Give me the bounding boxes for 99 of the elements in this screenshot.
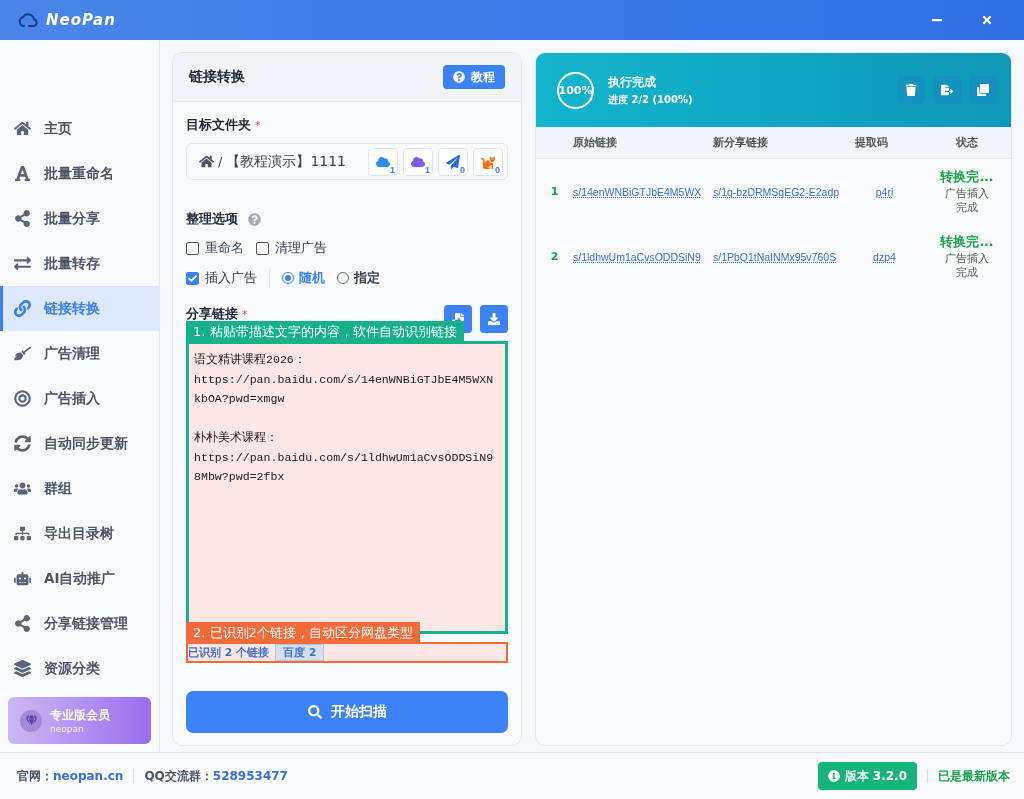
service-button[interactable]: 1 bbox=[403, 147, 433, 176]
step-tooltip: 2. 已识别2个链接，自动区分网盘类型 bbox=[186, 622, 420, 643]
sidebar-item[interactable]: 资源分类 bbox=[0, 646, 159, 691]
checkbox-box[interactable] bbox=[256, 241, 269, 255]
copy-icon bbox=[977, 84, 989, 96]
extract-code[interactable]: p4ri bbox=[875, 185, 894, 198]
site-label: 官网： bbox=[17, 767, 53, 785]
row-index: 2 bbox=[549, 250, 560, 263]
download-button[interactable] bbox=[480, 305, 508, 333]
status-note: 广告插入完成 bbox=[944, 251, 990, 279]
member-title: 专业版会员 bbox=[50, 707, 110, 724]
options-label: 整理选项 bbox=[186, 210, 238, 228]
sidebar-item[interactable]: 导出目录树 bbox=[0, 511, 159, 556]
sidebar-item[interactable]: 批量重命名 bbox=[0, 151, 159, 196]
progress-text: 进度 2/2 (100%) bbox=[608, 92, 693, 107]
path-separator: / bbox=[218, 154, 223, 169]
field-label: 分享链接 bbox=[186, 305, 238, 323]
column-header: 状态 bbox=[954, 135, 979, 150]
version-badge: 版本 3.2.0 bbox=[817, 762, 917, 790]
required-mark: * bbox=[255, 118, 261, 132]
layers-icon bbox=[12, 660, 32, 677]
help-icon bbox=[453, 71, 465, 83]
robot-icon bbox=[12, 570, 32, 587]
help-icon[interactable] bbox=[248, 212, 261, 226]
extract-code[interactable]: dzp4 bbox=[873, 250, 896, 263]
sidebar-item[interactable]: 批量分享 bbox=[0, 196, 159, 241]
sidebar-item[interactable]: 分享链接管理 bbox=[0, 601, 159, 646]
sidebar-item[interactable]: 自动同步更新 bbox=[0, 421, 159, 466]
tree-icon bbox=[12, 525, 32, 542]
cloud-icon bbox=[411, 154, 425, 169]
service-button[interactable]: 0 bbox=[473, 147, 503, 176]
sidebar-item[interactable]: 批量转存 bbox=[0, 241, 159, 286]
sidebar-item[interactable]: 主页 bbox=[0, 106, 159, 151]
checkbox-box[interactable] bbox=[186, 241, 199, 255]
cat-icon bbox=[481, 154, 495, 169]
arrows-icon bbox=[12, 255, 32, 272]
column-header: 原始链接 bbox=[573, 135, 618, 150]
export-button[interactable] bbox=[933, 76, 961, 104]
service-button[interactable]: 0 bbox=[438, 147, 468, 176]
checkbox[interactable]: 清理广告 bbox=[256, 239, 327, 257]
refresh-icon bbox=[12, 435, 32, 452]
checkbox[interactable]: 插入广告 bbox=[186, 269, 257, 287]
progress-ring: 100% bbox=[557, 71, 594, 109]
drive-tag: 百度 2 bbox=[275, 644, 325, 661]
card-title: 链接转换 bbox=[189, 68, 245, 86]
radio-option[interactable]: 随机 bbox=[282, 269, 325, 287]
info-icon bbox=[827, 770, 840, 782]
sidebar-item[interactable]: 广告清理 bbox=[0, 331, 159, 376]
gem-icon bbox=[20, 709, 42, 732]
home-icon bbox=[12, 120, 32, 137]
checkbox[interactable]: 重命名 bbox=[186, 239, 244, 257]
required-mark: * bbox=[242, 307, 248, 321]
share-icon bbox=[12, 210, 32, 227]
member-subtitle: neopan bbox=[50, 724, 85, 734]
checkbox-box[interactable] bbox=[186, 271, 199, 285]
plane-icon bbox=[446, 154, 460, 169]
cloud-logo-icon bbox=[18, 11, 38, 29]
step-tooltip: 1. 粘贴带描述文字的内容，软件自动识别链接 bbox=[186, 321, 464, 342]
link-icon bbox=[12, 300, 32, 317]
tutorial-button[interactable]: 教程 bbox=[443, 65, 505, 89]
status-title: 执行完成 bbox=[608, 73, 657, 91]
copy-button[interactable] bbox=[969, 76, 997, 104]
new-share-link[interactable]: s/1PbQ1tNaINMx95v760S bbox=[713, 250, 837, 263]
cloud-icon bbox=[376, 154, 390, 169]
original-link[interactable]: s/1ldhwUm1aCvsODDSiN9 bbox=[573, 250, 701, 263]
share-icon bbox=[12, 615, 32, 632]
start-scan-button[interactable]: 开始扫描 bbox=[186, 691, 508, 733]
status-text: 转换完... bbox=[940, 234, 994, 251]
group-icon bbox=[12, 480, 32, 497]
column-header: 提取码 bbox=[854, 135, 889, 150]
export-icon bbox=[941, 84, 953, 96]
target-icon bbox=[12, 390, 32, 407]
home-icon bbox=[199, 154, 214, 169]
field-label: 目标文件夹 bbox=[186, 116, 251, 134]
new-share-link[interactable]: s/1q-bzDRMSqEG2-E2adp bbox=[713, 185, 840, 198]
detected-count: 已识别 2 个链接 bbox=[188, 645, 270, 660]
sidebar-item[interactable]: 群组 bbox=[0, 466, 159, 511]
row-index: 1 bbox=[549, 185, 560, 198]
qq-label: QQ交流群： bbox=[144, 767, 213, 785]
delete-button[interactable] bbox=[897, 76, 925, 104]
qq-link[interactable]: 528953477 bbox=[212, 769, 288, 783]
search-icon bbox=[307, 705, 322, 719]
folder-field[interactable]: / 【教程演示】1111 1 1 0 0 bbox=[186, 143, 508, 180]
folder-path: 【教程演示】1111 bbox=[226, 152, 347, 171]
brush-icon bbox=[12, 345, 32, 362]
column-header: 新分享链接 bbox=[713, 135, 769, 150]
sidebar-item[interactable]: 广告插入 bbox=[0, 376, 159, 421]
trash-icon bbox=[905, 84, 917, 96]
site-link[interactable]: neopan.cn bbox=[53, 769, 124, 783]
download-icon bbox=[488, 313, 500, 325]
service-button[interactable]: 1 bbox=[368, 147, 398, 176]
status-text: 转换完... bbox=[940, 169, 994, 186]
letter-icon bbox=[12, 165, 32, 182]
status-note: 广告插入完成 bbox=[944, 186, 990, 214]
update-status: 已是最新版本 bbox=[938, 767, 1010, 785]
original-link[interactable]: s/14enWNBiGTJbE4M5WX bbox=[573, 185, 702, 198]
app-title: NeoPan bbox=[46, 11, 116, 29]
radio-option[interactable]: 指定 bbox=[337, 269, 380, 287]
sidebar-item[interactable]: AI自动推广 bbox=[0, 556, 159, 601]
